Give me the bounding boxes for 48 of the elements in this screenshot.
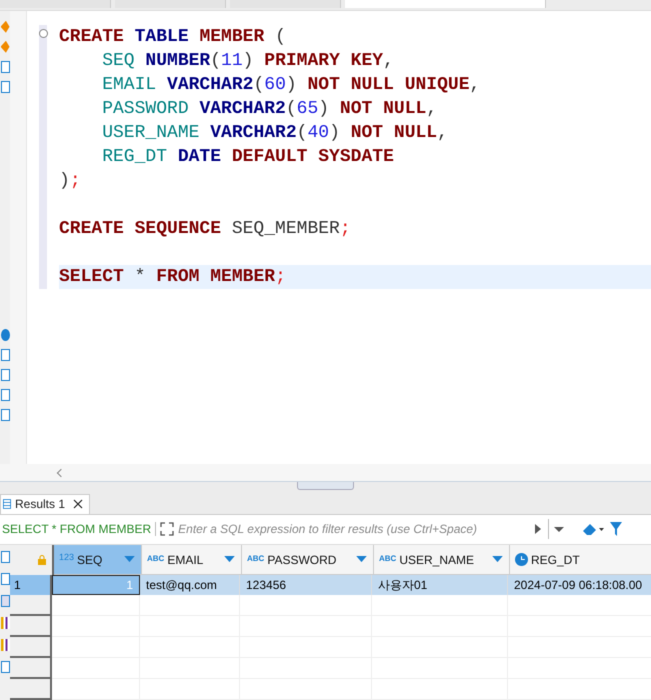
type-label: ABC [247,554,264,563]
page-icon[interactable] [0,388,10,401]
lock-icon [38,555,46,565]
code-line: SEQ NUMBER(11) PRIMARY KEY, [101,50,395,73]
clock-icon [515,553,528,566]
table-cell: 1 [52,575,140,595]
column-header[interactable]: 123 SEQ [54,545,142,575]
results-tab[interactable]: Results 1 [0,494,90,514]
page-icon[interactable] [0,348,10,361]
expand-icon[interactable] [160,522,174,536]
collapse-icon[interactable] [39,28,48,38]
columns-icon[interactable] [0,639,10,651]
code-line: CREATE TABLE MEMBER ( [59,26,287,49]
page-icon[interactable] [0,80,10,93]
page-icon[interactable] [0,573,10,585]
column-header[interactable]: ABC USER_NAME [374,545,510,575]
code-line: EMAIL VARCHAR2(60) NOT NULL UNIQUE, [101,74,482,97]
page-icon[interactable] [0,661,10,673]
dropdown-icon[interactable] [356,556,367,563]
type-label: ABC [379,554,396,563]
column-header[interactable]: ABC EMAIL [142,545,242,575]
column-header[interactable]: REG_DT [510,545,651,575]
filter-icon[interactable] [609,521,624,538]
code-line: CREATE SEQUENCE SEQ_MEMBER; [59,218,352,241]
code-line: PASSWORD VARCHAR2(65) NOT NULL, [101,98,438,121]
type-label: ABC [147,554,164,563]
table-cell: 2024-07-09 06:18:08.00 [508,575,651,595]
splitter-handle[interactable] [297,482,354,490]
type-label: 123 [59,552,74,562]
code-line: REG_DT DATE DEFAULT SYSDATE [101,146,395,169]
close-icon[interactable] [73,499,84,510]
column-header[interactable]: ABC PASSWORD [242,545,374,575]
table-cell: test@qq.com [140,575,240,595]
dropdown-icon[interactable] [492,556,503,563]
page-icon[interactable] [0,408,10,421]
table-cell: 123456 [240,575,372,595]
columns-icon[interactable] [0,617,10,629]
scrollbar[interactable] [0,464,651,482]
code-line: USER_NAME VARCHAR2(40) NOT NULL, [101,122,449,145]
page-icon[interactable] [0,551,10,563]
page-icon[interactable] [0,368,10,381]
table-cell: 사용자01 [372,575,508,595]
code-line: ); [59,170,82,193]
page-icon[interactable] [0,60,10,73]
query-label[interactable]: SELECT * FROM MEMBER [0,522,156,536]
row-number: 1 [10,575,52,595]
play-icon[interactable] [534,523,542,536]
dropdown-icon[interactable] [224,556,235,563]
